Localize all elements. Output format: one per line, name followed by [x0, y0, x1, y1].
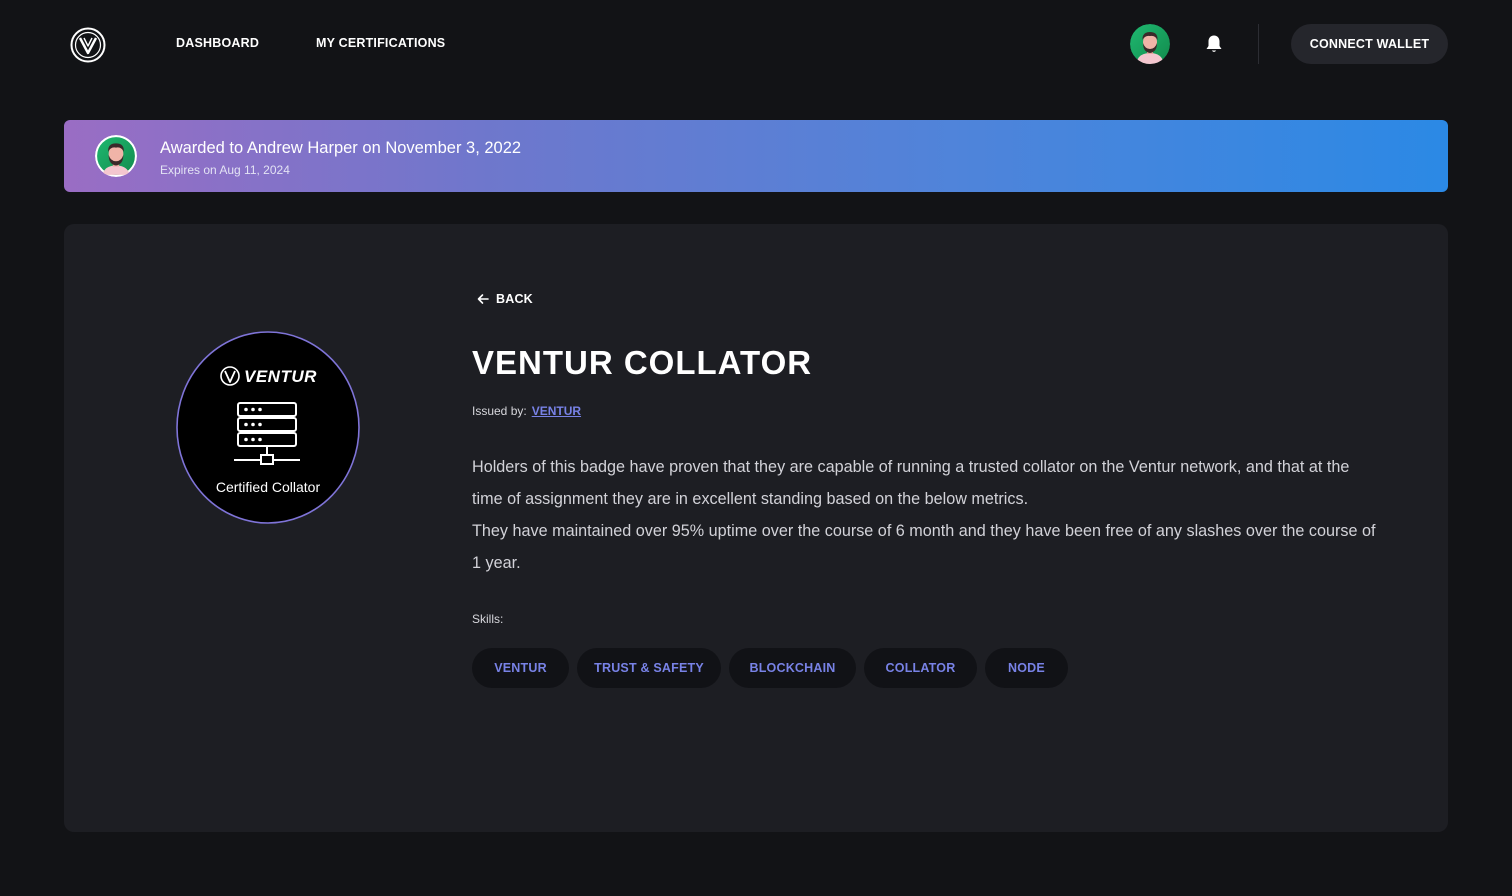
- ventur-logo-icon[interactable]: [70, 27, 106, 63]
- description-paragraph-2: They have maintained over 95% uptime ove…: [472, 522, 1376, 572]
- skill-chip[interactable]: NODE: [985, 648, 1068, 688]
- nav-dashboard-link[interactable]: DASHBOARD: [176, 36, 259, 50]
- skill-chip[interactable]: BLOCKCHAIN: [729, 648, 856, 688]
- issued-by: Issued by: VENTUR: [472, 404, 581, 418]
- certification-title: VENTUR COLLATOR: [472, 344, 813, 381]
- expiry-date: Expires on Aug 11, 2024: [160, 163, 290, 177]
- issuer-link[interactable]: VENTUR: [532, 404, 581, 418]
- description-paragraph-1: Holders of this badge have proven that t…: [472, 458, 1350, 508]
- avatar-icon: [95, 135, 137, 177]
- back-button[interactable]: BACK: [476, 292, 533, 306]
- nav-my-certifications-link[interactable]: MY CERTIFICATIONS: [316, 36, 445, 50]
- badge-brand-text: VENTUR: [244, 367, 317, 386]
- nav-divider: [1258, 24, 1259, 64]
- arrow-left-icon: [477, 294, 489, 304]
- top-navigation: DASHBOARD MY CERTIFICATIONS CONNECT WALL…: [0, 0, 1512, 88]
- bell-icon[interactable]: [1203, 33, 1225, 55]
- skills-list: VENTUR TRUST & SAFETY BLOCKCHAIN COLLATO…: [472, 648, 1068, 688]
- award-banner: Awarded to Andrew Harper on November 3, …: [64, 120, 1448, 192]
- skill-chip[interactable]: VENTUR: [472, 648, 569, 688]
- issued-by-label: Issued by:: [472, 404, 527, 418]
- skills-label: Skills:: [472, 612, 504, 626]
- certification-card: VENTUR Certified Collator BACK VENTUR CO…: [64, 224, 1448, 832]
- badge-caption: Certified Collator: [216, 479, 321, 495]
- certified-collator-badge: VENTUR Certified Collator: [176, 331, 360, 524]
- connect-wallet-button[interactable]: CONNECT WALLET: [1291, 24, 1448, 64]
- skill-chip[interactable]: TRUST & SAFETY: [577, 648, 721, 688]
- back-label: BACK: [496, 292, 533, 306]
- skill-chip[interactable]: COLLATOR: [864, 648, 977, 688]
- award-title: Awarded to Andrew Harper on November 3, …: [160, 139, 522, 157]
- avatar-icon: [1130, 24, 1170, 64]
- certification-description: Holders of this badge have proven that t…: [472, 451, 1382, 579]
- recipient-avatar: [95, 135, 137, 177]
- user-avatar[interactable]: [1130, 24, 1170, 64]
